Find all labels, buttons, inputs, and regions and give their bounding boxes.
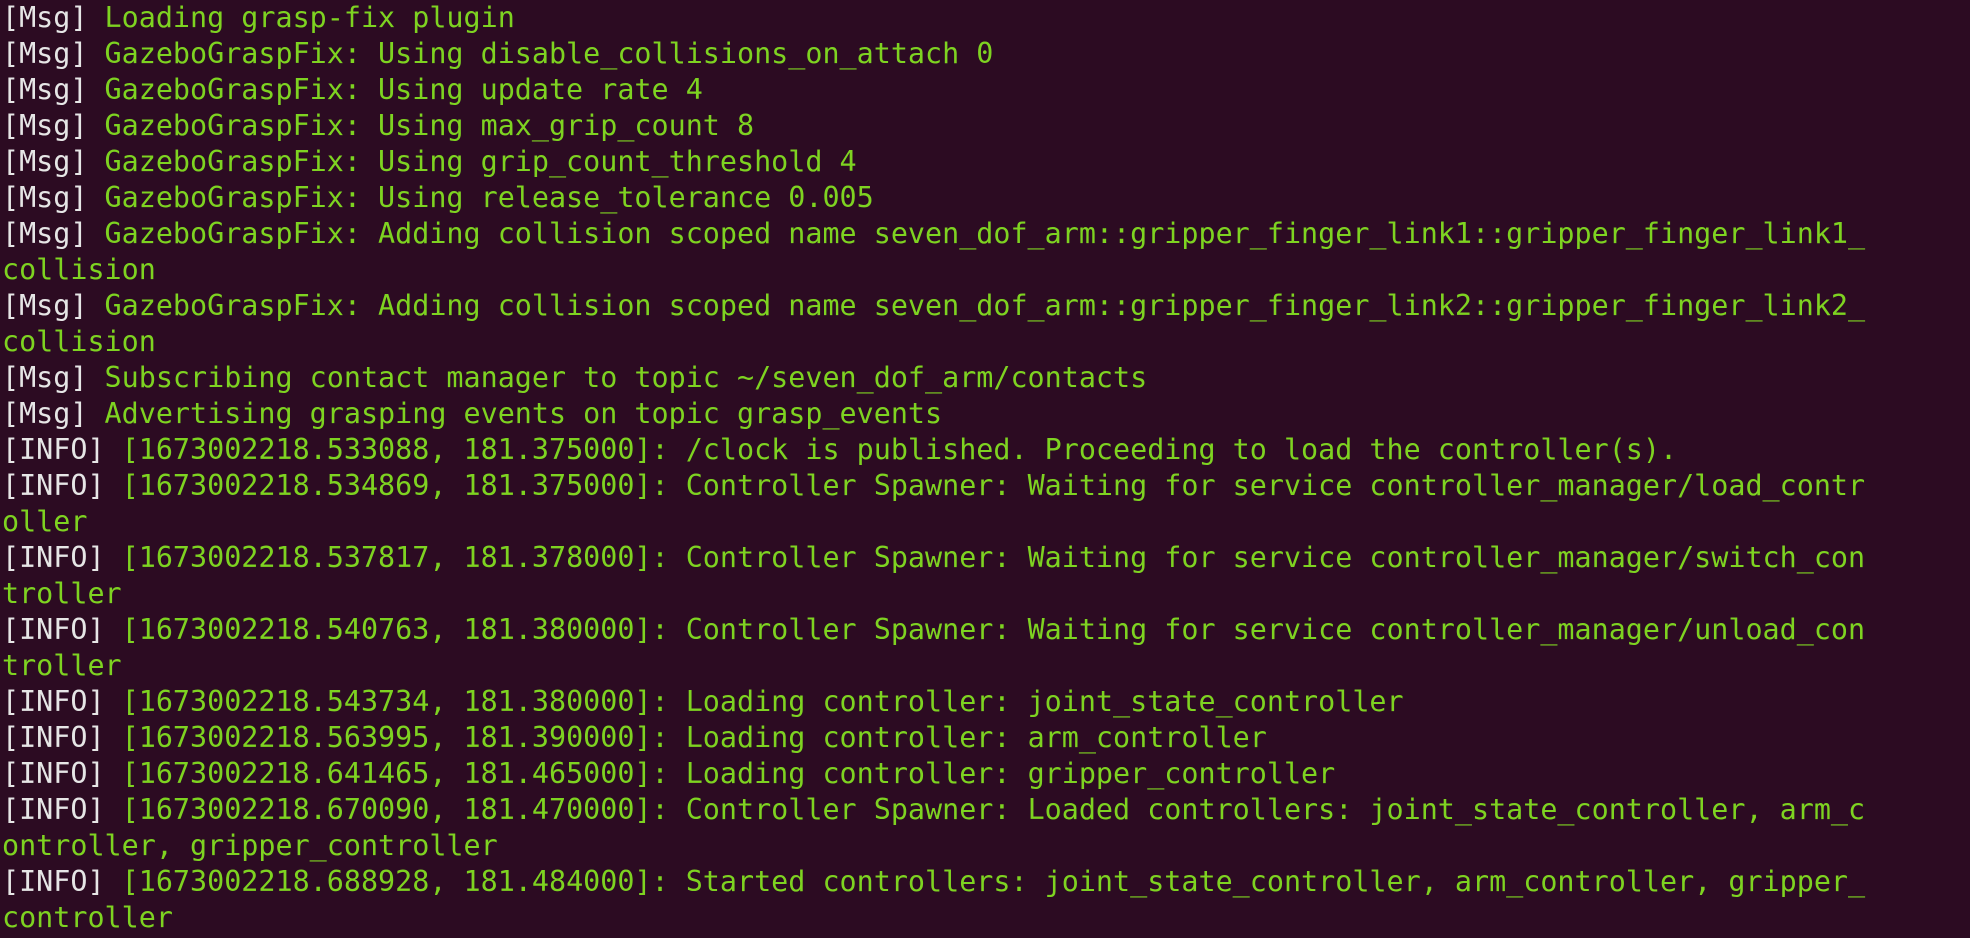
log-text: troller — [2, 577, 122, 610]
log-text: GazeboGraspFix: Using disable_collisions… — [87, 37, 994, 70]
log-text: Loading grasp-fix plugin — [87, 1, 515, 34]
terminal-line: controller — [2, 900, 1970, 936]
terminal-line: [Msg] GazeboGraspFix: Using max_grip_cou… — [2, 108, 1970, 144]
log-text: oller — [2, 505, 88, 538]
log-prefix: [INFO] — [2, 685, 105, 718]
log-prefix: [Msg] — [2, 73, 88, 106]
log-text: [1673002218.540763, 181.380000]: Control… — [104, 613, 1866, 646]
terminal-line: [INFO] [1673002218.641465, 181.465000]: … — [2, 756, 1970, 792]
terminal-line: [Msg] GazeboGraspFix: Using release_tole… — [2, 180, 1970, 216]
log-text: GazeboGraspFix: Using grip_count_thresho… — [87, 145, 857, 178]
terminal-line: [INFO] [1673002218.533088, 181.375000]: … — [2, 432, 1970, 468]
log-prefix: [Msg] — [2, 1, 88, 34]
log-text: GazeboGraspFix: Adding collision scoped … — [87, 217, 1866, 250]
terminal-line: [Msg] Subscribing contact manager to top… — [2, 360, 1970, 396]
terminal-output[interactable]: [Msg] Loading grasp-fix plugin [Msg] Gaz… — [0, 0, 1970, 938]
terminal-line: [Msg] GazeboGraspFix: Using update rate … — [2, 72, 1970, 108]
terminal-line: troller — [2, 648, 1970, 684]
terminal-line: collision — [2, 252, 1970, 288]
log-prefix: [Msg] — [2, 145, 88, 178]
log-text: GazeboGraspFix: Using max_grip_count 8 — [87, 109, 755, 142]
terminal-line: oller — [2, 504, 1970, 540]
log-text: [1673002218.563995, 181.390000]: Loading… — [104, 721, 1267, 754]
log-text: Advertising grasping events on topic gra… — [87, 397, 943, 430]
log-text: ontroller, gripper_controller — [2, 829, 498, 862]
log-text: [1673002218.543734, 181.380000]: Loading… — [104, 685, 1404, 718]
terminal-line: ontroller, gripper_controller — [2, 828, 1970, 864]
log-text: troller — [2, 649, 122, 682]
log-prefix: [Msg] — [2, 181, 88, 214]
log-text: [1673002218.533088, 181.375000]: /clock … — [104, 433, 1678, 466]
log-text: [1673002218.670090, 181.470000]: Control… — [104, 793, 1866, 826]
terminal-line: [Msg] Advertising grasping events on top… — [2, 396, 1970, 432]
log-text: GazeboGraspFix: Adding collision scoped … — [87, 289, 1866, 322]
log-prefix: [INFO] — [2, 433, 105, 466]
terminal-line: troller — [2, 576, 1970, 612]
terminal-line: [INFO] [1673002218.537817, 181.378000]: … — [2, 540, 1970, 576]
log-text: GazeboGraspFix: Using update rate 4 — [87, 73, 703, 106]
log-prefix: [INFO] — [2, 541, 105, 574]
log-text: controller — [2, 901, 173, 934]
log-prefix: [INFO] — [2, 721, 105, 754]
log-prefix: [Msg] — [2, 289, 88, 322]
terminal-line: [INFO] [1673002218.670090, 181.470000]: … — [2, 792, 1970, 828]
terminal-line: [Msg] Loading grasp-fix plugin — [2, 0, 1970, 36]
terminal-line: [Msg] GazeboGraspFix: Using disable_coll… — [2, 36, 1970, 72]
log-text: [1673002218.688928, 181.484000]: Started… — [104, 865, 1866, 898]
terminal-line: collision — [2, 324, 1970, 360]
log-prefix: [Msg] — [2, 109, 88, 142]
terminal-line: [Msg] GazeboGraspFix: Using grip_count_t… — [2, 144, 1970, 180]
log-prefix: [INFO] — [2, 613, 105, 646]
terminal-line: [INFO] [1673002218.534869, 181.375000]: … — [2, 468, 1970, 504]
terminal-line: [INFO] [1673002218.688928, 181.484000]: … — [2, 864, 1970, 900]
log-text: [1673002218.641465, 181.465000]: Loading… — [104, 757, 1336, 790]
log-prefix: [Msg] — [2, 37, 88, 70]
log-prefix: [INFO] — [2, 793, 105, 826]
log-prefix: [Msg] — [2, 397, 88, 430]
terminal-line: [INFO] [1673002218.563995, 181.390000]: … — [2, 720, 1970, 756]
terminal-line: [Msg] GazeboGraspFix: Adding collision s… — [2, 216, 1970, 252]
log-text: [1673002218.537817, 181.378000]: Control… — [104, 541, 1866, 574]
log-prefix: [Msg] — [2, 217, 88, 250]
log-prefix: [Msg] — [2, 361, 88, 394]
log-text: [1673002218.534869, 181.375000]: Control… — [104, 469, 1866, 502]
log-text: Subscribing contact manager to topic ~/s… — [87, 361, 1148, 394]
log-prefix: [INFO] — [2, 757, 105, 790]
terminal-line: [Msg] GazeboGraspFix: Adding collision s… — [2, 288, 1970, 324]
log-text: GazeboGraspFix: Using release_tolerance … — [87, 181, 874, 214]
log-prefix: [INFO] — [2, 865, 105, 898]
log-prefix: [INFO] — [2, 469, 105, 502]
log-text: collision — [2, 253, 156, 286]
log-text: collision — [2, 325, 156, 358]
terminal-line: [INFO] [1673002218.543734, 181.380000]: … — [2, 684, 1970, 720]
terminal-line: [INFO] [1673002218.540763, 181.380000]: … — [2, 612, 1970, 648]
